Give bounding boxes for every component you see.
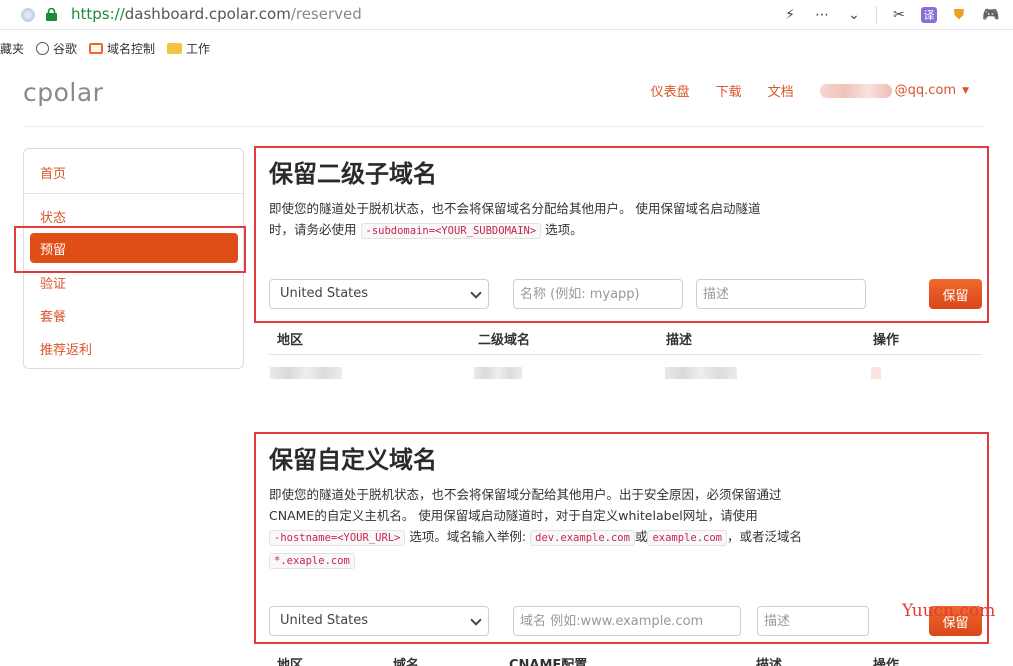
subdomain-flag-code: -subdomain=<YOUR_SUBDOMAIN>: [360, 223, 542, 239]
subdomain-col-subdomain: 二级域名: [478, 333, 531, 348]
globe-icon: [36, 41, 50, 55]
custom-col-description: 描述: [756, 658, 783, 666]
toolbar-divider: [876, 6, 877, 24]
subdomain-description-input[interactable]: [696, 279, 866, 309]
user-menu[interactable]: @qq.com ▼: [819, 83, 969, 98]
subdomain-region-select[interactable]: United States: [269, 279, 489, 309]
bookmark-work[interactable]: 工作: [167, 40, 210, 57]
browser-toolbar: ⚡ ⋯ ⌄ ✂ 译 ⛊ 🎮: [780, 4, 1001, 26]
lock-icon: [46, 8, 57, 21]
custom-section-title: 保留自定义域名: [269, 446, 437, 474]
custom-col-cname: CNAME配置: [509, 658, 588, 666]
cpolar-logo[interactable]: cpolar: [23, 78, 103, 107]
shield-icon[interactable]: ⛊: [949, 5, 969, 25]
subdomain-col-description: 描述: [666, 333, 693, 348]
chevron-down-icon[interactable]: ⌄: [844, 5, 864, 25]
watermark: Yuucn.com: [902, 601, 996, 621]
example-domain-1-code: dev.example.com: [530, 530, 635, 546]
bookmark-domain-control[interactable]: 域名控制: [89, 40, 155, 57]
nav-dashboard[interactable]: 仪表盘: [651, 81, 690, 100]
folder-icon: [167, 42, 183, 54]
custom-domain-input[interactable]: [513, 606, 741, 636]
sidebar-item-home[interactable]: 首页: [40, 163, 66, 182]
sidebar-item-status[interactable]: 状态: [40, 207, 66, 226]
subdomain-section-description: 即使您的隧道处于脱机状态，也不会将保留域名分配给其他用户。 使用保留域名启动隧道…: [269, 201, 761, 239]
chevron-down-icon: [470, 287, 482, 299]
subdomain-name-input[interactable]: [513, 279, 683, 309]
bookmark-google[interactable]: 谷歌: [36, 40, 77, 57]
redacted-action-cell: [871, 367, 881, 379]
custom-description-input[interactable]: [757, 606, 869, 636]
subdomain-save-button[interactable]: 保留: [929, 279, 982, 309]
scissors-icon[interactable]: ✂: [889, 5, 909, 25]
custom-region-select[interactable]: United States: [269, 606, 489, 636]
nav-download[interactable]: 下载: [716, 81, 742, 100]
redacted-description-cell: [665, 367, 737, 379]
site-info-icon[interactable]: [21, 8, 35, 22]
caret-down-icon: ▼: [962, 85, 969, 96]
redacted-subdomain-cell: [474, 367, 522, 379]
bookmark-favorites[interactable]: 藏夹: [0, 40, 24, 57]
sidebar-item-verify[interactable]: 验证: [40, 273, 66, 292]
annotation-box-sidebar: [14, 226, 246, 273]
custom-section-description: 即使您的隧道处于脱机状态，也不会将保留域分配给其他用户。出于安全原因，必须保留通…: [269, 487, 803, 569]
more-icon[interactable]: ⋯: [812, 5, 832, 25]
example-domain-2-code: example.com: [647, 530, 728, 546]
user-email-redacted: [819, 83, 892, 98]
custom-col-domain: 域名: [393, 658, 420, 666]
sidebar-item-referral[interactable]: 推荐返利: [40, 339, 92, 358]
bookmarks-bar: 藏夹 谷歌 域名控制 工作: [0, 34, 1013, 62]
url-text[interactable]: https://dashboard.cpolar.com/reserved: [71, 5, 362, 23]
gamepad-icon[interactable]: 🎮: [981, 5, 1001, 25]
custom-col-actions: 操作: [873, 658, 900, 666]
top-navigation: 仪表盘 下载 文档 @qq.com ▼: [651, 81, 969, 100]
browser-address-bar[interactable]: https://dashboard.cpolar.com/reserved ⚡ …: [0, 0, 1013, 30]
redacted-region-cell: [270, 367, 342, 379]
subdomain-section-title: 保留二级子域名: [269, 160, 437, 188]
nav-docs[interactable]: 文档: [768, 81, 794, 100]
cpolar-bookmark-icon: [89, 42, 104, 54]
wildcard-domain-code: *.exaple.com: [269, 553, 355, 569]
sidebar-divider: [24, 193, 243, 194]
subdomain-col-actions: 操作: [873, 333, 900, 348]
subdomain-col-region: 地区: [277, 333, 304, 348]
user-email-suffix: @qq.com: [894, 83, 957, 98]
custom-col-region: 地区: [277, 658, 304, 666]
subdomain-table-divider: [269, 354, 982, 355]
hostname-flag-code: -hostname=<YOUR_URL>: [269, 530, 406, 546]
translate-icon[interactable]: 译: [921, 7, 937, 23]
chevron-down-icon: [470, 614, 482, 626]
lightning-icon[interactable]: ⚡: [780, 5, 800, 25]
header-divider: [23, 126, 984, 127]
sidebar-item-plan[interactable]: 套餐: [40, 306, 66, 325]
